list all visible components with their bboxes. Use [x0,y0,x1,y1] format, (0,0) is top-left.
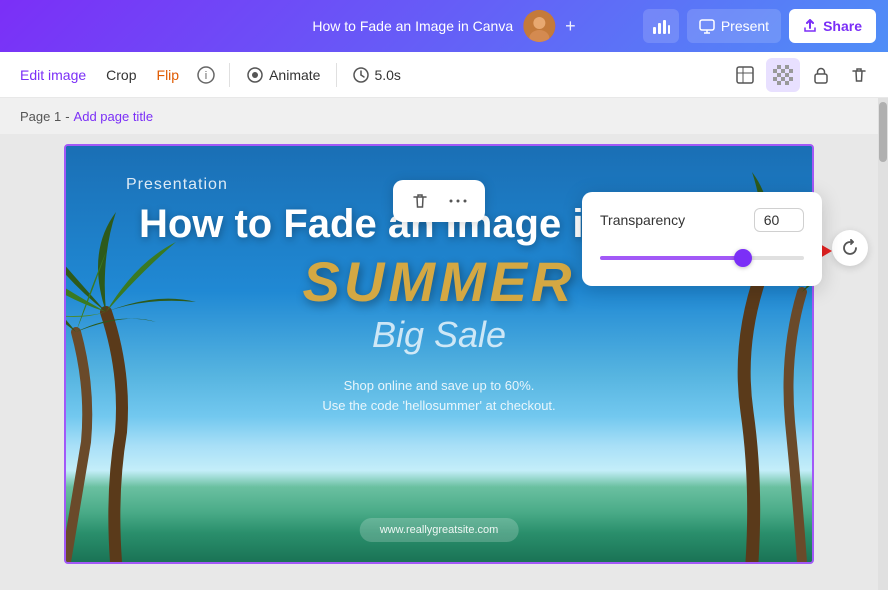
checker-icon [773,65,793,85]
add-page-title-button[interactable]: Add page title [74,109,154,124]
svg-text:i: i [205,70,207,82]
transparency-button[interactable] [766,58,800,92]
subtext-line1: Shop online and save up to 60%. [322,376,555,396]
analytics-button[interactable] [643,9,679,43]
edit-image-label: Edit image [20,67,86,83]
transparency-popup: Transparency [582,192,822,286]
crop-label: Crop [106,67,136,83]
slide-subtext: Shop online and save up to 60%. Use the … [322,376,555,415]
toolbar: Edit image Crop Flip i Animate 5.0s [0,52,888,98]
flip-button[interactable]: Flip [149,58,188,92]
slider-container [600,246,804,270]
separator: - [65,109,69,124]
info-icon: i [197,66,215,84]
page-title-bar: Page 1 - Add page title [0,98,878,134]
document-title: How to Fade an Image in Canva [312,18,513,34]
divider-2 [336,63,337,87]
refresh-icon [841,239,859,257]
float-delete-icon [411,192,429,210]
float-delete-button[interactable] [405,186,435,216]
avatar[interactable] [523,10,555,42]
present-label: Present [721,18,769,34]
divider-1 [229,63,230,87]
chart-icon [652,17,670,35]
lock-button[interactable] [804,58,838,92]
top-nav: How to Fade an Image in Canva + [0,0,888,52]
crop-button[interactable]: Crop [98,58,144,92]
nav-center: How to Fade an Image in Canva + [312,10,575,42]
toolbar-right [728,58,876,92]
presentation-label: Presentation [126,176,228,194]
animate-icon [246,66,264,84]
slider-thumb[interactable] [734,249,752,267]
transparency-input[interactable] [754,208,804,232]
share-label: Share [823,18,862,34]
big-sale-label: Big Sale [372,314,506,356]
delete-icon [850,66,868,84]
share-button[interactable]: Share [789,9,876,43]
present-icon [699,18,715,34]
transparency-label: Transparency [600,212,685,228]
subtext-line2: Use the code 'hellosummer' at checkout. [322,396,555,416]
share-icon [803,19,817,33]
flip-label: Flip [157,67,180,83]
clock-icon [353,67,369,83]
float-toolbar [393,180,485,222]
canvas-scroll: Transparency [0,134,878,590]
canvas-main: Page 1 - Add page title [0,98,878,590]
edit-image-button[interactable]: Edit image [12,58,94,92]
mask-button[interactable] [728,58,762,92]
add-to-team-button[interactable]: + [565,16,576,37]
animate-label: Animate [269,67,320,83]
lock-icon [812,66,830,84]
more-icon [449,199,467,203]
scrollbar-thumb[interactable] [879,102,887,162]
summer-label: SUMMER [303,254,576,310]
mask-icon [735,65,755,85]
transparency-header: Transparency [600,208,804,232]
delete-button[interactable] [842,58,876,92]
nav-right: Present Share [643,9,876,43]
page-number: Page 1 [20,109,61,124]
animate-button[interactable]: Animate [238,58,328,92]
canvas-area: Page 1 - Add page title [0,98,888,590]
scrollbar[interactable] [878,98,888,590]
slide-website: www.reallygreatsite.com [360,518,519,542]
duration-label: 5.0s [374,67,400,83]
present-button[interactable]: Present [687,9,781,43]
avatar-image [523,10,555,42]
duration-button[interactable]: 5.0s [345,58,408,92]
slider-track [600,256,804,260]
refresh-button[interactable] [832,230,868,266]
info-button[interactable]: i [191,58,221,92]
float-more-button[interactable] [443,186,473,216]
